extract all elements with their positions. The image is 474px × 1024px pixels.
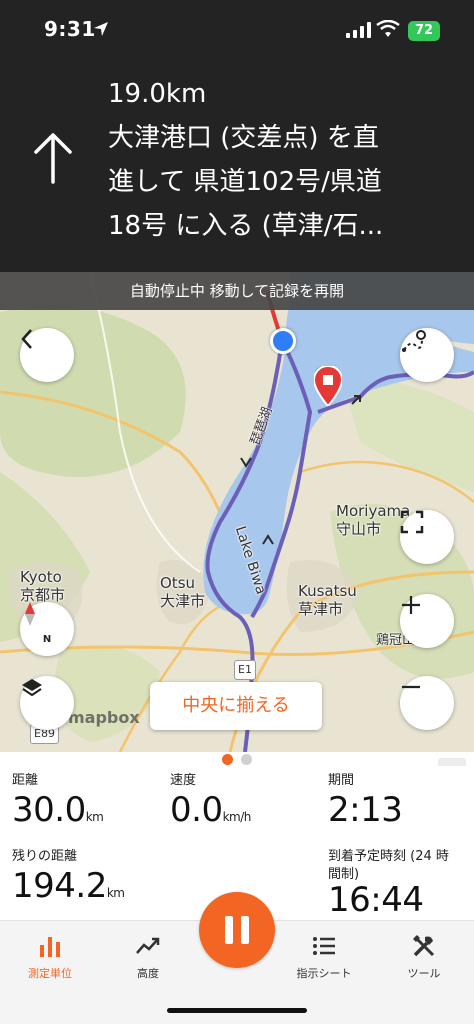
tab-elevation[interactable]: 高度 bbox=[108, 933, 188, 981]
metric-unit: km bbox=[106, 886, 125, 900]
metric-speed: 速度 0.0km/h bbox=[170, 772, 251, 837]
instruction-line: 大津港口 (交差点) を直 bbox=[108, 123, 379, 153]
map-label-kyoto: Kyoto 京都市 bbox=[20, 568, 65, 604]
map-label-kusatsu: Kusatsu 草津市 bbox=[298, 582, 357, 618]
map-label-kyoto-en: Kyoto bbox=[20, 568, 62, 586]
plus-icon bbox=[402, 596, 420, 614]
zoom-in-button[interactable] bbox=[400, 594, 454, 648]
map-label-otsu-jp: 大津市 bbox=[160, 592, 206, 610]
zoom-out-button[interactable] bbox=[400, 676, 454, 730]
metrics-pager[interactable] bbox=[0, 752, 474, 766]
minus-icon bbox=[402, 685, 420, 689]
metric-value: 194.2km bbox=[12, 866, 125, 913]
compass-label: N bbox=[42, 634, 52, 645]
layers-icon bbox=[22, 679, 42, 697]
metric-label: 到着予定時刻 (24 時 bbox=[328, 849, 449, 864]
map-label-e1: E1 bbox=[234, 660, 256, 680]
chevron-left-icon bbox=[21, 329, 32, 349]
map-label-otsu-en: Otsu bbox=[160, 574, 196, 592]
recenter-button[interactable]: 中央に揃える bbox=[150, 682, 322, 730]
compass-button[interactable]: N bbox=[20, 602, 74, 656]
route-overview-button[interactable] bbox=[400, 328, 454, 382]
metric-remaining-distance: 残りの距離 194.2km bbox=[12, 848, 125, 913]
metric-label: 残りの距離 bbox=[12, 849, 78, 864]
metric-label: 速度 bbox=[170, 773, 197, 788]
metric-value: 0.0km/h bbox=[170, 790, 251, 837]
turn-distance: 19.0km bbox=[108, 79, 207, 109]
metric-unit: km bbox=[85, 810, 104, 824]
metric-number: 30.0 bbox=[12, 790, 86, 830]
metric-distance: 距離 30.0km bbox=[12, 772, 104, 837]
map-view[interactable]: 琵琶湖 Lake Biwa Kyoto京都市 Otsu大津市 Moriyama守… bbox=[0, 272, 474, 752]
metric-number: 0.0 bbox=[170, 790, 223, 830]
pause-button[interactable] bbox=[199, 892, 275, 968]
status-bar: 9:31 72 bbox=[0, 0, 474, 62]
current-location-marker bbox=[270, 328, 296, 354]
map-layers-button[interactable] bbox=[20, 676, 74, 730]
route-arrow-icon bbox=[262, 534, 274, 545]
metric-duration: 期間 2:13 bbox=[328, 772, 403, 830]
instruction-line: 進して 県道102号/県道 bbox=[108, 167, 382, 197]
route-arrow-icon bbox=[240, 457, 252, 468]
cellular-signal-icon bbox=[346, 22, 371, 38]
arrow-up-icon bbox=[34, 133, 72, 184]
map-label-kusatsu-en: Kusatsu bbox=[298, 582, 357, 600]
bar-chart-icon bbox=[40, 937, 60, 957]
pager-dot[interactable] bbox=[222, 753, 233, 765]
finish-pin-icon bbox=[314, 366, 342, 406]
location-arrow-icon bbox=[94, 22, 108, 36]
pager-dot[interactable] bbox=[241, 753, 252, 765]
metric-value: 30.0km bbox=[12, 790, 104, 837]
metric-label: 距離 bbox=[12, 773, 39, 788]
metric-label: 期間 bbox=[328, 773, 355, 788]
tab-label: 測定単位 bbox=[28, 967, 72, 980]
instruction-line: 18号 に入る (草津/石... bbox=[108, 211, 384, 241]
metric-value: 16:44 bbox=[328, 880, 424, 920]
home-indicator bbox=[167, 1008, 307, 1013]
tab-label: 指示シート bbox=[296, 967, 352, 980]
list-icon bbox=[313, 937, 335, 955]
autopause-banner: 自動停止中 移動して記録を再開 bbox=[0, 272, 474, 310]
status-time: 9:31 bbox=[44, 17, 96, 41]
fullscreen-button[interactable] bbox=[400, 510, 454, 564]
map-label-moriyama-jp: 守山市 bbox=[336, 520, 382, 538]
wifi-icon bbox=[376, 20, 400, 37]
route-overview-icon bbox=[402, 330, 426, 352]
tab-label: 高度 bbox=[137, 967, 159, 980]
tools-icon bbox=[413, 935, 435, 957]
metric-value: 2:13 bbox=[328, 790, 403, 830]
tab-cue-sheet[interactable]: 指示シート bbox=[284, 933, 364, 981]
route-arrow-icon bbox=[351, 395, 361, 405]
tab-label: ツール bbox=[407, 967, 441, 980]
tab-metrics[interactable]: 測定単位 bbox=[10, 933, 90, 981]
map-label-otsu: Otsu 大津市 bbox=[160, 574, 205, 610]
turn-by-turn-banner: 9:31 72 19.0km 大津港口 (交差点) を直 進して 県道102号/… bbox=[0, 0, 474, 272]
metric-unit: km/h bbox=[222, 810, 252, 824]
compass-icon bbox=[25, 602, 35, 626]
turn-instruction: 19.0km 大津港口 (交差点) を直 進して 県道102号/県道 18号 に… bbox=[108, 72, 458, 248]
back-button[interactable] bbox=[20, 328, 74, 382]
metric-eta: 到着予定時刻 (24 時 間制) 16:44 bbox=[328, 848, 468, 920]
battery-indicator: 72 bbox=[408, 21, 440, 41]
fullscreen-icon bbox=[400, 510, 424, 534]
map-label-kusatsu-jp: 草津市 bbox=[298, 600, 344, 618]
pause-icon bbox=[225, 916, 249, 944]
mapbox-logo[interactable]: mapbox bbox=[68, 708, 140, 727]
metric-number: 194.2 bbox=[12, 866, 107, 906]
ride-navigation-screen: 琵琶湖 Lake Biwa Kyoto京都市 Otsu大津市 Moriyama守… bbox=[0, 0, 474, 1024]
tab-tools[interactable]: ツール bbox=[384, 933, 464, 981]
trend-line-icon bbox=[136, 937, 160, 954]
